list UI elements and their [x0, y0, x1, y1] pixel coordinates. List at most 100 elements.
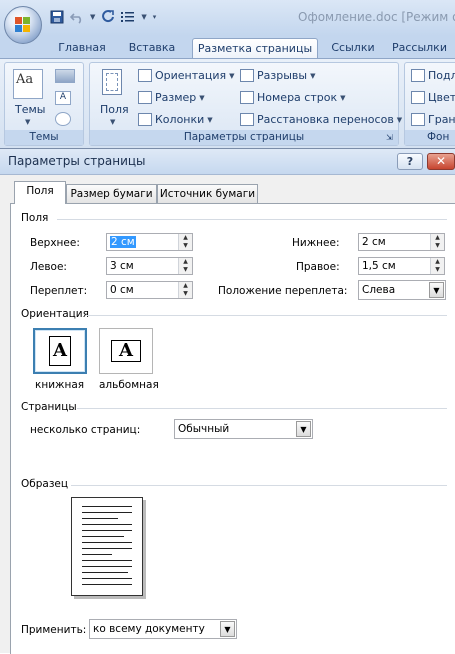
quick-access-toolbar: ▼ ▼ ▾	[50, 10, 156, 24]
background-group-label: Фон	[405, 130, 455, 145]
spin-up-icon[interactable]: ▲	[179, 234, 192, 242]
columns-button[interactable]: Колонки ▼	[138, 113, 213, 126]
right-margin-spinner[interactable]: 1,5 см ▲ ▼	[358, 257, 445, 275]
ribbon: Aa Темы ▼ A Темы Поля ▼ Ориентация ▼ Разм…	[0, 58, 455, 148]
redo-icon[interactable]	[101, 10, 115, 24]
size-icon	[138, 91, 152, 104]
multiple-pages-select[interactable]: Обычный ▼	[174, 419, 313, 439]
orientation-icon	[138, 69, 152, 82]
page-borders-label: Гран	[428, 113, 455, 126]
right-margin-value[interactable]: 1,5 см	[362, 260, 396, 272]
page-setup-group-label: Параметры страницы	[90, 130, 398, 145]
dialog-title: Параметры страницы	[8, 154, 146, 168]
spin-down-icon[interactable]: ▼	[431, 266, 444, 274]
tab-margins[interactable]: Поля	[14, 181, 66, 204]
portrait-icon: A	[49, 336, 71, 366]
size-button[interactable]: Размер ▼	[138, 91, 205, 104]
page-borders-icon	[411, 113, 425, 126]
orientation-label: Ориентация	[155, 69, 227, 82]
gutter-position-select[interactable]: Слева ▼	[358, 280, 446, 300]
chevron-down-icon[interactable]: ▼	[296, 421, 311, 437]
themes-button[interactable]: Темы	[15, 103, 45, 116]
line-numbers-icon	[240, 91, 254, 104]
tab-home[interactable]: Главная	[52, 38, 112, 58]
spin-down-icon[interactable]: ▼	[179, 266, 192, 274]
gutter-value[interactable]: 0 см	[110, 284, 134, 296]
tab-paper-size[interactable]: Размер бумаги	[66, 184, 157, 203]
columns-label: Колонки	[155, 113, 205, 126]
list-dropdown-icon[interactable]: ▼	[141, 13, 146, 21]
preview-section-title: Образец	[21, 478, 69, 490]
top-margin-value[interactable]: 2 см	[110, 236, 136, 248]
apply-to-label: Применить:	[21, 624, 87, 636]
gutter-position-value: Слева	[362, 284, 396, 296]
spin-up-icon[interactable]: ▲	[431, 234, 444, 242]
margins-button[interactable]: Поля	[100, 103, 129, 116]
landscape-label: альбомная	[99, 379, 159, 391]
apply-to-select[interactable]: ко всему документу ▼	[89, 619, 237, 639]
bottom-margin-spinner[interactable]: 2 см ▲ ▼	[358, 233, 445, 251]
spin-down-icon[interactable]: ▼	[431, 242, 444, 250]
margins-icon[interactable]	[102, 69, 122, 95]
spin-up-icon[interactable]: ▲	[179, 282, 192, 290]
customize-qat-icon[interactable]: ▾	[153, 13, 157, 21]
theme-fonts-icon[interactable]: A	[55, 91, 71, 105]
hyphenation-button[interactable]: Расстановка переносов ▼	[240, 113, 402, 126]
tab-mailings[interactable]: Рассылки	[392, 38, 455, 58]
help-button[interactable]: ?	[397, 153, 423, 170]
margins-section-title: Поля	[21, 212, 49, 224]
theme-effects-icon[interactable]	[55, 112, 71, 126]
watermark-icon	[411, 69, 425, 82]
left-margin-value[interactable]: 3 см	[110, 260, 134, 272]
dialog-launcher-icon[interactable]: ⇲	[386, 133, 396, 143]
bottom-margin-label: Нижнее:	[292, 237, 340, 249]
save-icon[interactable]	[50, 10, 64, 24]
tab-insert[interactable]: Вставка	[120, 38, 184, 58]
left-margin-spinner[interactable]: 3 см ▲ ▼	[106, 257, 193, 275]
dialog-title-bar: Параметры страницы ? ✕	[0, 149, 455, 175]
list-icon[interactable]	[121, 10, 135, 24]
chevron-down-icon[interactable]: ▼	[220, 621, 235, 637]
page-color-icon	[411, 91, 425, 104]
tab-paper-source[interactable]: Источник бумаги	[157, 184, 258, 203]
margins-panel: Поля Верхнее: 2 см ▲ ▼ Нижнее: 2 см ▲ ▼ Ле…	[10, 203, 455, 654]
portrait-option[interactable]: A	[33, 328, 87, 374]
columns-icon	[138, 113, 152, 126]
tab-references[interactable]: Ссылки	[324, 38, 382, 58]
top-margin-spinner[interactable]: 2 см ▲ ▼	[106, 233, 193, 251]
line-numbers-label: Номера строк	[257, 91, 338, 104]
theme-colors-icon[interactable]	[55, 69, 75, 83]
page-color-label: Цвет	[428, 91, 455, 104]
spin-down-icon[interactable]: ▼	[179, 290, 192, 298]
line-numbers-button[interactable]: Номера строк ▼	[240, 91, 346, 104]
watermark-button[interactable]: Подл	[411, 69, 455, 82]
spin-up-icon[interactable]: ▲	[431, 258, 444, 266]
themes-dropdown-icon: ▼	[25, 118, 31, 126]
close-button[interactable]: ✕	[427, 153, 455, 170]
page-setup-group-text: Параметры страницы	[183, 131, 305, 143]
left-margin-label: Левое:	[30, 261, 67, 273]
page-preview	[71, 497, 143, 596]
document-title: Офомление.doc [Режим огр	[298, 10, 455, 24]
office-logo-icon	[15, 17, 31, 33]
page-borders-button[interactable]: Гран	[411, 113, 455, 126]
breaks-button[interactable]: Разрывы ▼	[240, 69, 315, 82]
gutter-label: Переплет:	[30, 285, 88, 297]
orientation-button[interactable]: Ориентация ▼	[138, 69, 235, 82]
tab-page-layout[interactable]: Разметка страницы	[192, 38, 318, 58]
page-color-button[interactable]: Цвет	[411, 91, 455, 104]
undo-dropdown-icon[interactable]: ▼	[90, 13, 95, 21]
chevron-down-icon[interactable]: ▼	[429, 282, 444, 298]
spin-up-icon[interactable]: ▲	[179, 258, 192, 266]
spin-down-icon[interactable]: ▼	[179, 242, 192, 250]
gutter-spinner[interactable]: 0 см ▲ ▼	[106, 281, 193, 299]
ribbon-tabs: Главная Вставка Разметка страницы Ссылки…	[0, 36, 455, 58]
themes-icon[interactable]: Aa	[13, 69, 43, 99]
office-button[interactable]	[4, 6, 42, 44]
landscape-option[interactable]: A	[99, 328, 153, 374]
themes-group-label: Темы	[5, 130, 83, 145]
bottom-margin-value[interactable]: 2 см	[362, 236, 386, 248]
right-margin-label: Правое:	[296, 261, 340, 273]
undo-icon[interactable]	[69, 10, 84, 24]
page-setup-group: Поля ▼ Ориентация ▼ Размер ▼ Колонки ▼ Разр…	[89, 62, 402, 146]
